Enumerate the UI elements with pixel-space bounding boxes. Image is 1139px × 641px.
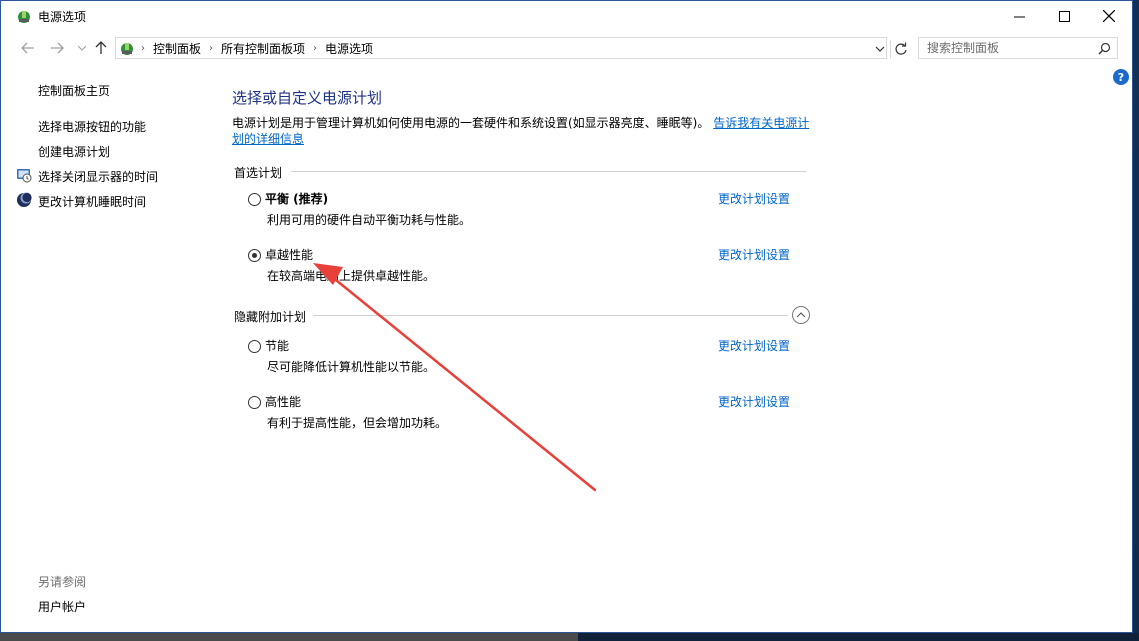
control-panel-window: 电源选项 › 控制面板 › 所有控制面板项 › 电源选项 搜索控制面板 ? 控制… bbox=[0, 0, 1133, 633]
annotation-arrow bbox=[313, 263, 597, 492]
desktop-background bbox=[1133, 0, 1139, 641]
taskbar-strip bbox=[0, 633, 1139, 641]
